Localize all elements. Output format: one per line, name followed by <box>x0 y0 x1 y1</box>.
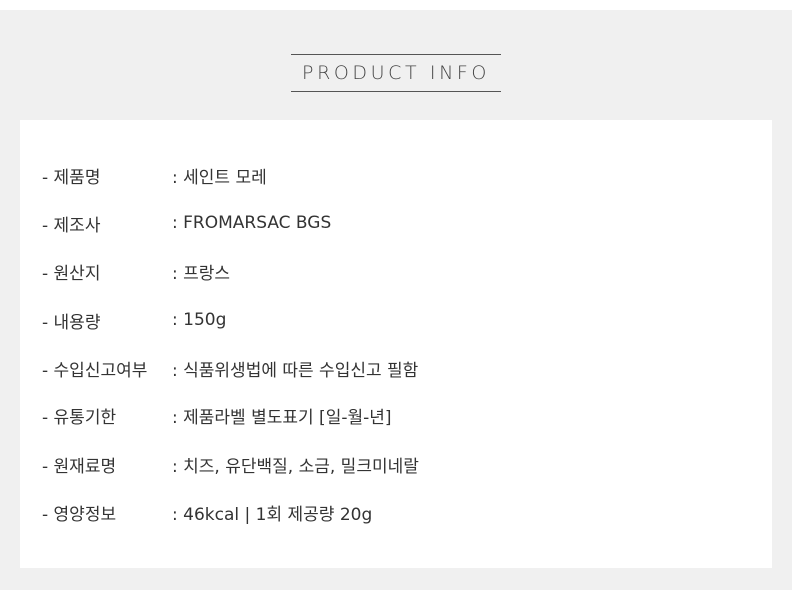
page-background: PRODUCT INFO - 제품명 : 세인트 모레 - 제조사 : FROM… <box>0 10 792 590</box>
info-label: - 영양정보 <box>42 504 117 525</box>
info-value: : 46kcal | 1회 제공량 20g <box>172 504 373 525</box>
info-value: : 식품위생법에 따른 수입신고 필함 <box>172 360 419 381</box>
info-label: - 원재료명 <box>42 456 117 477</box>
info-row-net-weight: - 내용량 : 150g <box>42 307 226 333</box>
info-value: : 제품라벨 별도표기 [일-월-년] <box>172 407 392 428</box>
info-label: - 제품명 <box>42 167 101 188</box>
info-label: - 원산지 <box>42 263 101 284</box>
product-info-card: - 제품명 : 세인트 모레 - 제조사 : FROMARSAC BGS - 원… <box>20 120 772 568</box>
info-value: : 세인트 모레 <box>172 167 267 188</box>
info-row-ingredients: - 원재료명 : 치즈, 유단백질, 소금, 밀크미네랄 <box>42 451 419 477</box>
info-value: : 치즈, 유단백질, 소금, 밀크미네랄 <box>172 456 419 477</box>
info-value: : 150g <box>172 310 227 330</box>
info-row-origin: - 원산지 : 프랑스 <box>42 258 230 284</box>
page-title: PRODUCT INFO <box>302 62 490 84</box>
info-row-expiration: - 유통기한 : 제품라벨 별도표기 [일-월-년] <box>42 402 392 428</box>
info-row-nutrition: - 영양정보 : 46kcal | 1회 제공량 20g <box>42 499 372 525</box>
section-title-box: PRODUCT INFO <box>291 54 501 92</box>
info-label: - 내용량 <box>42 312 101 333</box>
info-row-product-name: - 제품명 : 세인트 모레 <box>42 162 267 188</box>
info-label: - 수입신고여부 <box>42 360 148 381</box>
info-row-import-declaration: - 수입신고여부 : 식품위생법에 따른 수입신고 필함 <box>42 355 418 381</box>
info-label: - 제조사 <box>42 215 101 236</box>
info-value: : FROMARSAC BGS <box>172 213 332 233</box>
info-label: - 유통기한 <box>42 407 117 428</box>
info-row-manufacturer: - 제조사 : FROMARSAC BGS <box>42 210 331 236</box>
info-value: : 프랑스 <box>172 263 231 284</box>
